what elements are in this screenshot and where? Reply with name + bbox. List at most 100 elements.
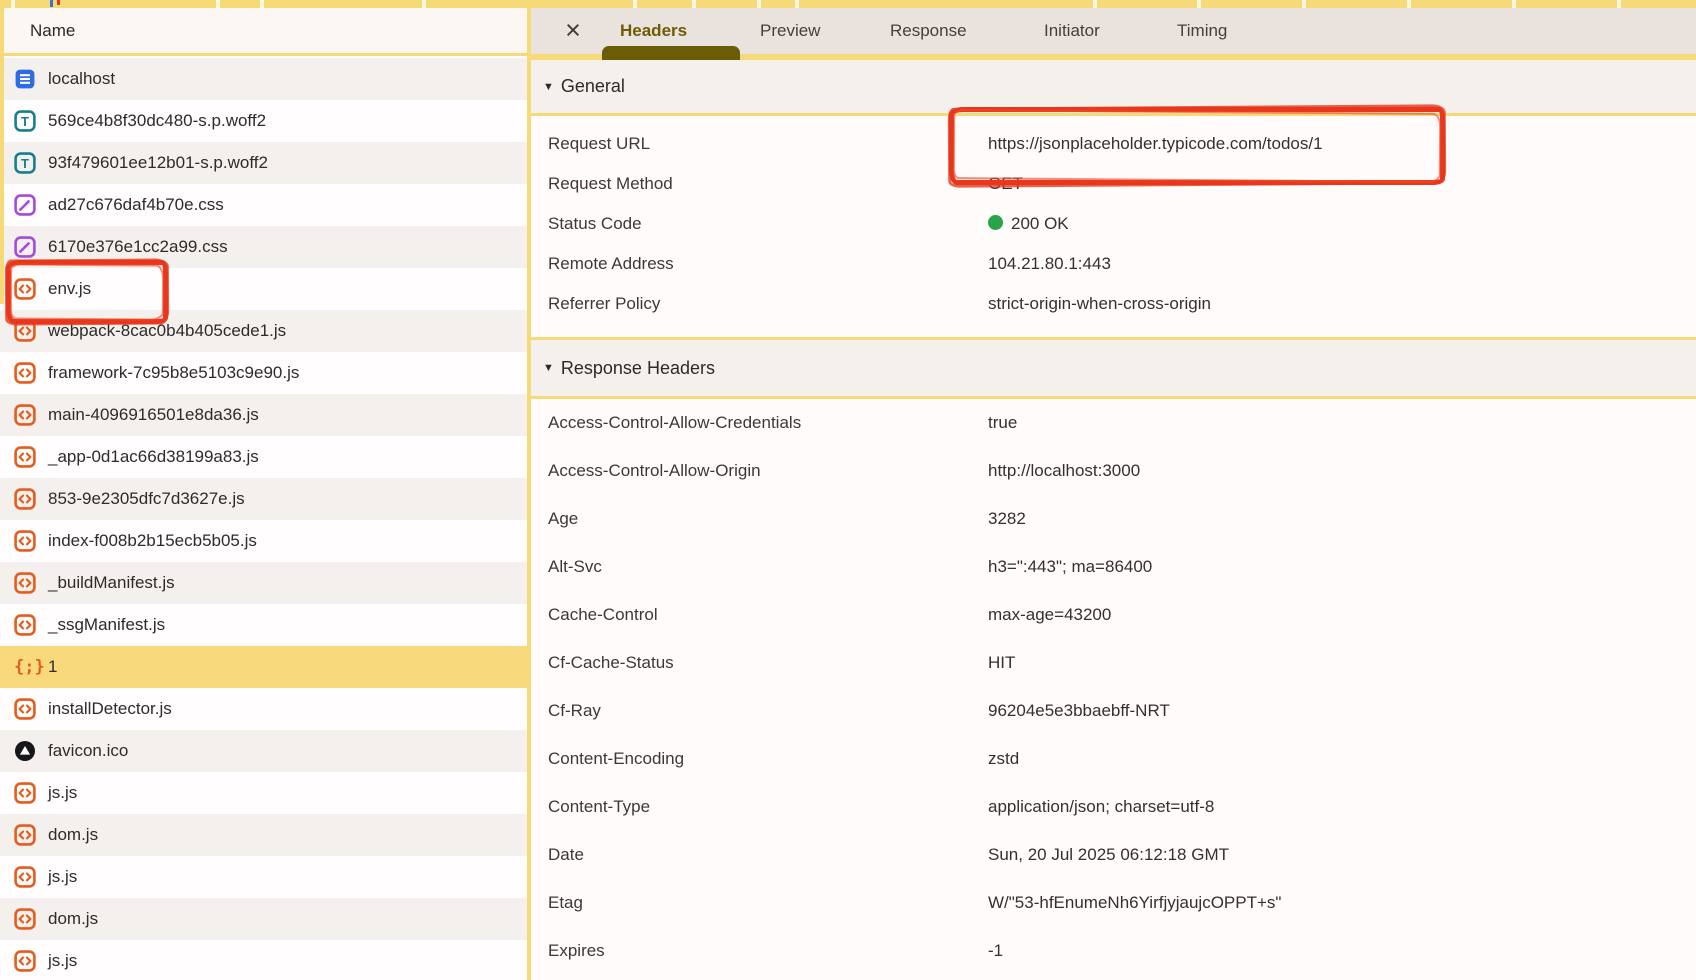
request-row-index-f008b2b15ecb5b05.js[interactable]: index-f008b2b15ecb5b05.js <box>0 520 527 562</box>
header-label: Age <box>548 498 578 540</box>
request-name: 93f479601ee12b01-s.p.woff2 <box>48 142 268 184</box>
request-name: _ssgManifest.js <box>48 604 165 646</box>
script-icon <box>14 530 36 552</box>
section-header-response[interactable]: ▼ Response Headers <box>531 337 1696 399</box>
request-row-569ce4b8f30dc480-s.p.woff2[interactable]: T569ce4b8f30dc480-s.p.woff2 <box>0 100 527 142</box>
close-icon[interactable]: × <box>556 8 590 54</box>
script-icon <box>14 824 36 846</box>
request-row-_app-0d1ac66d38199a83.js[interactable]: _app-0d1ac66d38199a83.js <box>0 436 527 478</box>
status-green-dot-icon <box>988 215 1003 230</box>
header-label: Alt-Svc <box>548 546 602 588</box>
clipped-column-gap <box>692 0 696 8</box>
header-value: 3282 <box>988 498 1026 540</box>
request-row-dom.js[interactable]: dom.js <box>0 898 527 940</box>
request-row-js.js[interactable]: js.js <box>0 856 527 898</box>
request-row-853-9e2305dfc7d3627e.js[interactable]: 853-9e2305dfc7d3627e.js <box>0 478 527 520</box>
request-row-framework-7c95b8e5103c9e90.js[interactable]: framework-7c95b8e5103c9e90.js <box>0 352 527 394</box>
header-value: HIT <box>988 642 1015 684</box>
request-name: 853-9e2305dfc7d3627e.js <box>48 478 245 520</box>
script-icon <box>14 362 36 384</box>
font-icon: T <box>14 110 36 132</box>
script-icon <box>14 446 36 468</box>
request-name: framework-7c95b8e5103c9e90.js <box>48 352 299 394</box>
header-row-expires: Expires-1 <box>531 930 1696 972</box>
script-icon <box>14 572 36 594</box>
header-label: Referrer Policy <box>548 283 660 325</box>
tab-preview[interactable]: Preview <box>760 8 820 54</box>
header-row-access-control-allow-credentials: Access-Control-Allow-Credentialstrue <box>531 402 1696 444</box>
request-row-webpack-8cac0b4b405cede1.js[interactable]: webpack-8cac0b4b405cede1.js <box>0 310 527 352</box>
header-row-etag: Etag W/"53-hfEnumeNh6YirfjyjaujcOPPT+s" <box>531 882 1696 924</box>
header-label: Access-Control-Allow-Origin <box>548 450 761 492</box>
clipped-column-gap <box>1302 0 1306 8</box>
header-value: W/"53-hfEnumeNh6YirfjyjaujcOPPT+s" <box>988 882 1281 924</box>
request-row-6170e376e1cc2a99.css[interactable]: 6170e376e1cc2a99.css <box>0 226 527 268</box>
header-value: strict-origin-when-cross-origin <box>988 283 1211 325</box>
header-label: Cache-Control <box>548 594 658 636</box>
request-row-main-4096916501e8da36.js[interactable]: main-4096916501e8da36.js <box>0 394 527 436</box>
request-name: 1 <box>48 646 57 688</box>
active-tab-underline <box>602 46 740 60</box>
section-title-response: Response Headers <box>561 358 715 379</box>
panel-divider[interactable] <box>527 0 531 980</box>
clipped-column-gap <box>633 0 637 8</box>
clipped-column-gap <box>1512 0 1516 8</box>
section-title-general: General <box>561 76 625 97</box>
header-label: Cf-Cache-Status <box>548 642 674 684</box>
json-icon: {;} <box>14 656 36 678</box>
header-value: true <box>988 402 1017 444</box>
clipped-column-gap <box>11 0 15 8</box>
request-row-dom.js[interactable]: dom.js <box>0 814 527 856</box>
header-row-access-control-allow-origin: Access-Control-Allow-Originhttp://localh… <box>531 450 1696 492</box>
header-value: 200 OK <box>988 203 1069 245</box>
request-name: localhost <box>48 58 115 100</box>
clipped-column-gap <box>1617 0 1621 8</box>
request-name: dom.js <box>48 814 98 856</box>
request-details-panel: × HeadersPreviewResponseInitiatorTiming … <box>531 8 1696 980</box>
tab-response[interactable]: Response <box>890 8 967 54</box>
tab-timing[interactable]: Timing <box>1177 8 1227 54</box>
header-value: h3=":443"; ma=86400 <box>988 546 1152 588</box>
header-label: Etag <box>548 882 583 924</box>
header-row-referrer policy: Referrer Policy strict-origin-when-cross-… <box>531 283 1696 325</box>
request-row-1[interactable]: {;} 1 <box>0 646 527 688</box>
clipped-column-gap <box>757 0 761 8</box>
request-row-localhost[interactable]: localhost <box>0 58 527 100</box>
request-name: dom.js <box>48 898 98 940</box>
request-row-js.js[interactable]: js.js <box>0 772 527 814</box>
request-row-93f479601ee12b01-s.p.woff2[interactable]: T 93f479601ee12b01-s.p.woff2 <box>0 142 527 184</box>
header-row-content-type: Content-Typeapplication/json; charset=ut… <box>531 786 1696 828</box>
request-row-env.js[interactable]: env.js <box>0 268 527 310</box>
script-icon <box>14 782 36 804</box>
script-icon <box>14 278 36 300</box>
request-row-favicon.ico[interactable]: favicon.ico <box>0 730 527 772</box>
request-row-_buildManifest.js[interactable]: _buildManifest.js <box>0 562 527 604</box>
header-row-cf-ray: Cf-Ray96204e5e3bbaebff-NRT <box>531 690 1696 732</box>
request-row-js.js[interactable]: js.js <box>0 940 527 980</box>
font-icon: T <box>14 152 36 174</box>
header-row-alt-svc: Alt-Svc h3=":443"; ma=86400 <box>531 546 1696 588</box>
section-header-general[interactable]: ▼ General <box>531 60 1696 116</box>
clipped-column-gap <box>260 0 264 8</box>
document-icon <box>14 68 36 90</box>
devtools-network-panel: Name localhostT569ce4b8f30dc480-s.p.woff… <box>0 0 1696 980</box>
name-column-label: Name <box>30 8 75 53</box>
clipped-column-gap <box>1197 0 1201 8</box>
script-icon <box>14 698 36 720</box>
clipped-toolbar-strip <box>0 0 1696 8</box>
name-column-header[interactable]: Name <box>0 8 527 56</box>
requests-list-panel: Name localhostT569ce4b8f30dc480-s.p.woff… <box>0 8 527 980</box>
script-icon <box>14 908 36 930</box>
request-row-ad27c676daf4b70e.css[interactable]: ad27c676daf4b70e.css <box>0 184 527 226</box>
request-name: js.js <box>48 940 77 980</box>
request-name: _buildManifest.js <box>48 562 175 604</box>
header-value: GET <box>988 163 1023 205</box>
request-row-installDetector.js[interactable]: installDetector.js <box>0 688 527 730</box>
panel-left-yellow-edge <box>0 0 4 304</box>
tab-initiator[interactable]: Initiator <box>1044 8 1100 54</box>
clipped-column-gap <box>795 0 799 8</box>
header-label: Status Code <box>548 203 642 245</box>
clipped-icon-fragment <box>50 0 53 7</box>
request-row-_ssgManifest.js[interactable]: _ssgManifest.js <box>0 604 527 646</box>
svg-text:T: T <box>21 156 29 171</box>
